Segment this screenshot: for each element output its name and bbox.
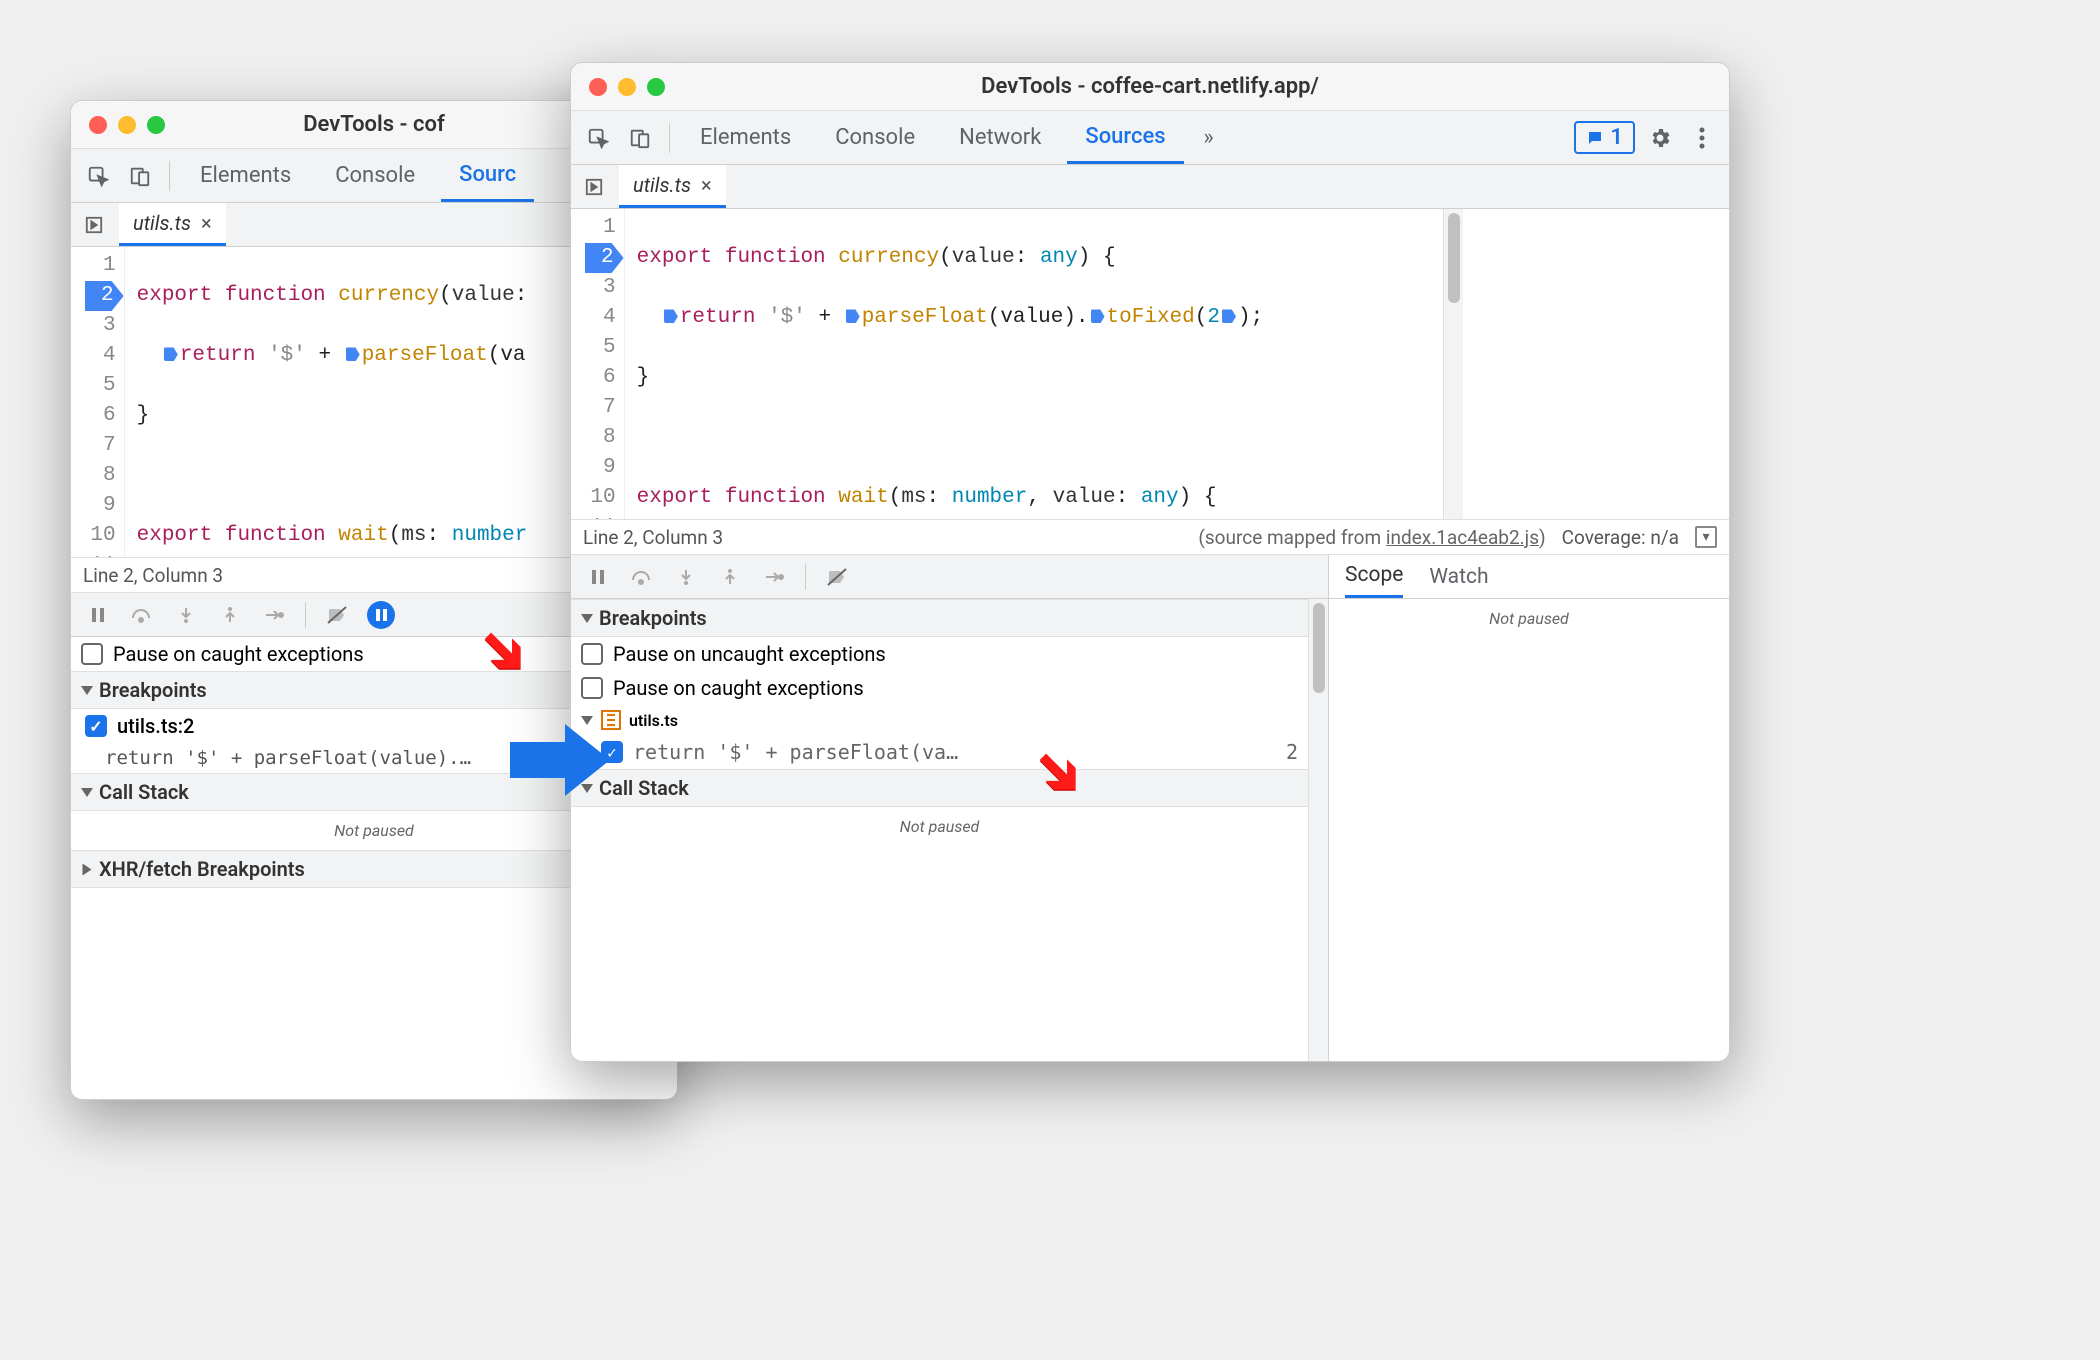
file-tab-label: utils.ts [133, 211, 191, 235]
tab-network[interactable]: Network [941, 111, 1059, 164]
window-title: DevTools - coffee-cart.netlify.app/ [571, 74, 1729, 99]
breakpoint-code-preview: return '$' + parseFloat(va… [633, 740, 958, 764]
scope-not-paused: Not paused [1329, 599, 1729, 638]
step-button[interactable] [257, 598, 291, 632]
vertical-scrollbar[interactable] [1308, 599, 1328, 1061]
file-tab-utils[interactable]: utils.ts × [119, 203, 226, 246]
checkbox-icon[interactable] [81, 643, 103, 665]
tab-sources[interactable]: Sources [1067, 111, 1183, 164]
breakpoint-entry[interactable]: return '$' + parseFloat(va… 2 [571, 735, 1308, 769]
tab-watch[interactable]: Watch [1429, 555, 1488, 598]
code-content[interactable]: export function currency(value: any) { r… [625, 209, 1444, 519]
pause-resume-button[interactable] [81, 598, 115, 632]
breakpoint-filename: utils.ts [629, 711, 678, 730]
close-window-button[interactable] [89, 116, 107, 134]
device-toggle-icon[interactable] [123, 159, 157, 193]
breakpoint-marker[interactable]: 2 [585, 243, 624, 273]
source-map-info: (source mapped from index.1ac4eab2.js) [1198, 526, 1545, 549]
vertical-scrollbar[interactable] [1443, 209, 1463, 519]
step-into-button[interactable] [169, 598, 203, 632]
show-navigator-icon[interactable] [77, 208, 111, 242]
line-gutter[interactable]: 1 2 345 678 91011 1213 [571, 209, 625, 519]
breakpoints-section-header[interactable]: Breakpoints [571, 599, 1308, 637]
breakpoint-file-row[interactable]: utils.ts [571, 705, 1308, 735]
file-tab-utils[interactable]: utils.ts × [619, 165, 726, 208]
breakpoint-line-number: 2 [1286, 740, 1298, 764]
settings-icon[interactable] [1643, 121, 1677, 155]
tab-console[interactable]: Console [817, 111, 933, 164]
device-toggle-icon[interactable] [623, 121, 657, 155]
tab-scope[interactable]: Scope [1345, 555, 1403, 598]
deactivate-breakpoints-button[interactable] [320, 598, 354, 632]
code-content[interactable]: export function currency(value: return '… [125, 247, 528, 557]
pause-caught-checkbox-row[interactable]: Pause on caught exceptions [571, 671, 1308, 705]
step-out-button[interactable] [713, 560, 747, 594]
chevron-down-icon [81, 686, 93, 695]
chevron-down-icon [81, 788, 93, 797]
main-tabstrip: Elements Console Network Sources » 1 [571, 111, 1729, 165]
checkbox-label: Pause on caught exceptions [113, 642, 364, 666]
inspect-icon[interactable] [81, 159, 115, 193]
debugger-toolbar [571, 555, 1328, 599]
checkbox-icon[interactable] [581, 643, 603, 665]
source-map-link[interactable]: index.1ac4eab2.js [1386, 526, 1539, 549]
step-over-button[interactable] [625, 560, 659, 594]
issues-button[interactable]: 1 [1574, 121, 1635, 154]
checkbox-label: Pause on caught exceptions [613, 676, 864, 700]
inspect-icon[interactable] [581, 121, 615, 155]
maximize-window-button[interactable] [147, 116, 165, 134]
tab-console[interactable]: Console [317, 149, 433, 202]
file-icon [601, 710, 621, 730]
file-tabstrip: utils.ts × [571, 165, 1729, 209]
step-into-button[interactable] [669, 560, 703, 594]
callstack-section-header[interactable]: Call Stack [571, 769, 1308, 807]
close-file-icon[interactable]: × [701, 173, 712, 197]
close-file-icon[interactable]: × [201, 211, 212, 235]
chevron-right-icon [83, 863, 92, 875]
step-out-button[interactable] [213, 598, 247, 632]
tab-elements[interactable]: Elements [682, 111, 809, 164]
cursor-position: Line 2, Column 3 [583, 526, 723, 549]
file-tab-label: utils.ts [633, 173, 691, 197]
checkbox-icon[interactable] [85, 715, 107, 737]
devtools-window-right: DevTools - coffee-cart.netlify.app/ Elem… [570, 62, 1730, 1062]
maximize-window-button[interactable] [647, 78, 665, 96]
scope-tabstrip: Scope Watch [1329, 555, 1729, 599]
checkbox-icon[interactable] [601, 741, 623, 763]
pause-on-exceptions-button[interactable] [364, 598, 398, 632]
show-navigator-icon[interactable] [577, 170, 611, 204]
chevron-down-icon [581, 716, 593, 725]
checkbox-icon[interactable] [581, 677, 603, 699]
debugger-right-panel: Scope Watch Not paused [1329, 555, 1729, 1061]
cursor-position: Line 2, Column 3 [83, 564, 223, 587]
step-over-button[interactable] [125, 598, 159, 632]
minimize-window-button[interactable] [618, 78, 636, 96]
titlebar: DevTools - coffee-cart.netlify.app/ [571, 63, 1729, 111]
tab-elements[interactable]: Elements [182, 149, 309, 202]
checkbox-label: Pause on uncaught exceptions [613, 642, 886, 666]
expand-panel-icon[interactable]: ▾ [1695, 526, 1717, 548]
deactivate-breakpoints-button[interactable] [820, 560, 854, 594]
source-editor[interactable]: 1 2 345 678 91011 1213 export function c… [571, 209, 1729, 519]
tab-sources[interactable]: Sourc [441, 149, 534, 202]
editor-statusbar: Line 2, Column 3 (source mapped from ind… [571, 519, 1729, 555]
coverage-info: Coverage: n/a [1562, 526, 1679, 549]
line-gutter[interactable]: 1 2 345 678 91011 1213 [71, 247, 125, 557]
step-button[interactable] [757, 560, 791, 594]
more-menu-icon[interactable] [1685, 121, 1719, 155]
breakpoint-marker[interactable]: 2 [85, 281, 124, 311]
minimize-window-button[interactable] [118, 116, 136, 134]
pause-resume-button[interactable] [581, 560, 615, 594]
pause-uncaught-checkbox-row[interactable]: Pause on uncaught exceptions [571, 637, 1308, 671]
close-window-button[interactable] [589, 78, 607, 96]
chevron-down-icon [581, 784, 593, 793]
more-tabs-button[interactable]: » [1192, 121, 1226, 155]
callstack-not-paused: Not paused [571, 807, 1308, 846]
chevron-down-icon [581, 614, 593, 623]
breakpoint-file: utils.ts:2 [117, 714, 194, 738]
debugger-left-panel: Breakpoints Pause on uncaught exceptions… [571, 555, 1329, 1061]
issues-count: 1 [1610, 125, 1623, 150]
